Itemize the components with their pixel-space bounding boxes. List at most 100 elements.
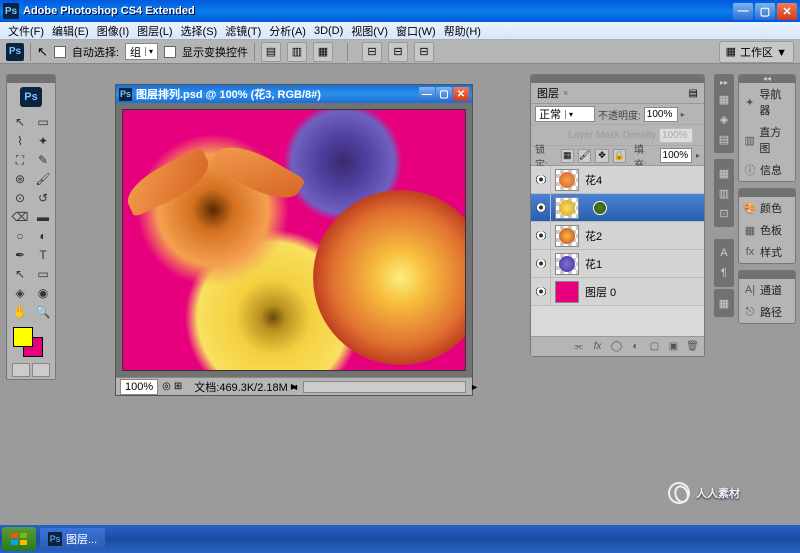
show-transform-checkbox[interactable] [164, 46, 176, 58]
pen-tool[interactable]: ✒ [9, 246, 31, 264]
3d-camera-tool[interactable]: ◉ [32, 284, 54, 302]
doc-close-button[interactable]: ✕ [453, 87, 469, 101]
color-swatches[interactable] [11, 327, 51, 357]
menu-help[interactable]: 帮助(H) [440, 22, 485, 40]
menu-3d[interactable]: 3D(D) [310, 24, 347, 38]
ps-app-icon[interactable]: Ps [6, 43, 24, 61]
stamp-tool[interactable]: ⊙ [9, 189, 31, 207]
blur-tool[interactable]: ○ [9, 227, 31, 245]
layer-thumbnail[interactable] [555, 281, 579, 303]
paths-panel-button[interactable]: ⎋路径 [739, 301, 795, 323]
start-button[interactable] [2, 527, 36, 551]
swatches-panel-button[interactable]: ▦色板 [739, 219, 795, 241]
auto-select-dropdown[interactable]: 组▾ [125, 43, 158, 60]
eye-icon[interactable] [535, 175, 547, 184]
eye-icon[interactable] [535, 259, 547, 268]
layers-tab[interactable]: 图层 [537, 85, 559, 101]
strip-icon[interactable]: ▦ [716, 164, 732, 182]
move-tool[interactable]: ↖ [9, 113, 31, 131]
lock-all-icon[interactable]: 🔒 [613, 149, 626, 163]
trash-icon[interactable]: 🗑 [685, 340, 700, 354]
eraser-tool[interactable]: ⌫ [9, 208, 31, 226]
layer-thumbnail[interactable] [555, 253, 579, 275]
eye-icon[interactable] [535, 231, 547, 240]
window-minimize-button[interactable]: — [733, 3, 753, 20]
new-layer-icon[interactable]: ▣ [666, 340, 681, 354]
panel-menu-icon[interactable]: ▤ [689, 88, 698, 99]
status-icon-1[interactable]: ◎ [162, 381, 171, 392]
dist-button-3[interactable]: ⊟ [414, 42, 434, 62]
layer-row[interactable]: 图层 0 [531, 278, 704, 306]
navigator-panel-button[interactable]: ✦导航器 [739, 83, 795, 121]
zoom-tool[interactable]: 🔍 [32, 303, 54, 321]
layer-name[interactable]: 花4 [583, 172, 704, 188]
align-button-2[interactable]: ▥ [287, 42, 307, 62]
blend-mode-dropdown[interactable]: 正常▾ [535, 106, 595, 122]
strip-icon[interactable]: ▦ [716, 294, 732, 312]
strip-icon[interactable]: ▦ [716, 90, 732, 108]
shape-tool[interactable]: ▭ [32, 265, 54, 283]
layer-row[interactable]: 花2 [531, 222, 704, 250]
menu-layer[interactable]: 图层(L) [133, 22, 176, 40]
link-layers-icon[interactable]: ⫘ [571, 340, 586, 354]
eyedropper-tool[interactable]: ✎ [32, 151, 54, 169]
color-panel-button[interactable]: 🎨颜色 [739, 197, 795, 219]
strip-icon[interactable]: ▤ [716, 130, 732, 148]
panel-expand-icon[interactable]: ◂◂ [739, 75, 795, 83]
hand-tool[interactable]: ✋ [9, 303, 31, 321]
fill-input[interactable]: 100% [660, 148, 692, 163]
align-button-1[interactable]: ▤ [261, 42, 281, 62]
fx-icon[interactable]: fx [590, 340, 605, 354]
layer-row[interactable]: 花1 [531, 250, 704, 278]
group-icon[interactable]: ▢ [647, 340, 662, 354]
menu-select[interactable]: 选择(S) [177, 22, 222, 40]
histogram-panel-button[interactable]: ▥直方图 [739, 121, 795, 159]
layer-thumbnail[interactable] [555, 169, 579, 191]
menu-window[interactable]: 窗口(W) [392, 22, 440, 40]
heal-tool[interactable]: ⊛ [9, 170, 31, 188]
strip-icon[interactable]: ¶ [716, 264, 732, 282]
history-brush-tool[interactable]: ↺ [32, 189, 54, 207]
menu-analysis[interactable]: 分析(A) [265, 22, 310, 40]
fill-slider[interactable]: ▸ [696, 151, 700, 160]
info-panel-button[interactable]: ⓘ信息 [739, 159, 795, 181]
window-maximize-button[interactable]: ▢ [755, 3, 775, 20]
strip-icon[interactable]: ◈ [716, 110, 732, 128]
lasso-tool[interactable]: ⌇ [9, 132, 31, 150]
layer-name[interactable]: 花1 [583, 256, 704, 272]
canvas[interactable] [122, 109, 466, 371]
toolbox-grip[interactable] [7, 75, 55, 83]
menu-image[interactable]: 图像(I) [93, 22, 133, 40]
dist-button-1[interactable]: ⊟ [362, 42, 382, 62]
channels-panel-button[interactable]: A|通道 [739, 279, 795, 301]
opacity-slider[interactable]: ▸ [681, 110, 685, 119]
mask-icon[interactable]: ◯ [609, 340, 624, 354]
strip-icon[interactable]: A [716, 244, 732, 262]
strip-icon[interactable]: ▥ [716, 184, 732, 202]
marquee-tool[interactable]: ▭ [32, 113, 54, 131]
menu-view[interactable]: 视图(V) [347, 22, 392, 40]
layers-tab-close[interactable]: × [563, 88, 568, 98]
menu-filter[interactable]: 滤镜(T) [221, 22, 265, 40]
h-scrollbar[interactable] [303, 381, 466, 393]
quickmask-button[interactable] [12, 363, 30, 377]
window-close-button[interactable]: ✕ [777, 3, 797, 20]
opacity-input[interactable]: 100% [644, 107, 678, 122]
lock-position-icon[interactable]: ✥ [595, 149, 608, 163]
zoom-input[interactable]: 100% [120, 379, 158, 395]
dodge-tool[interactable]: ◐ [32, 227, 54, 245]
brush-tool[interactable]: 🖌 [32, 170, 54, 188]
status-icon-2[interactable]: ⊞ [174, 381, 182, 392]
styles-panel-button[interactable]: fx样式 [739, 241, 795, 263]
crop-tool[interactable]: ⛶ [9, 151, 31, 169]
document-titlebar[interactable]: Ps 图层排列.psd @ 100% (花3, RGB/8#) — ▢ ✕ [116, 85, 472, 103]
type-tool[interactable]: T [32, 246, 54, 264]
strip-icon[interactable]: ⊡ [716, 204, 732, 222]
layer-name[interactable]: 花2 [583, 228, 704, 244]
dist-button-2[interactable]: ⊟ [388, 42, 408, 62]
doc-minimize-button[interactable]: — [419, 87, 435, 101]
lock-pixels-icon[interactable]: 🖌 [578, 149, 591, 163]
3d-tool[interactable]: ◈ [9, 284, 31, 302]
gradient-tool[interactable]: ▬ [32, 208, 54, 226]
layer-row[interactable]: 花4 [531, 166, 704, 194]
